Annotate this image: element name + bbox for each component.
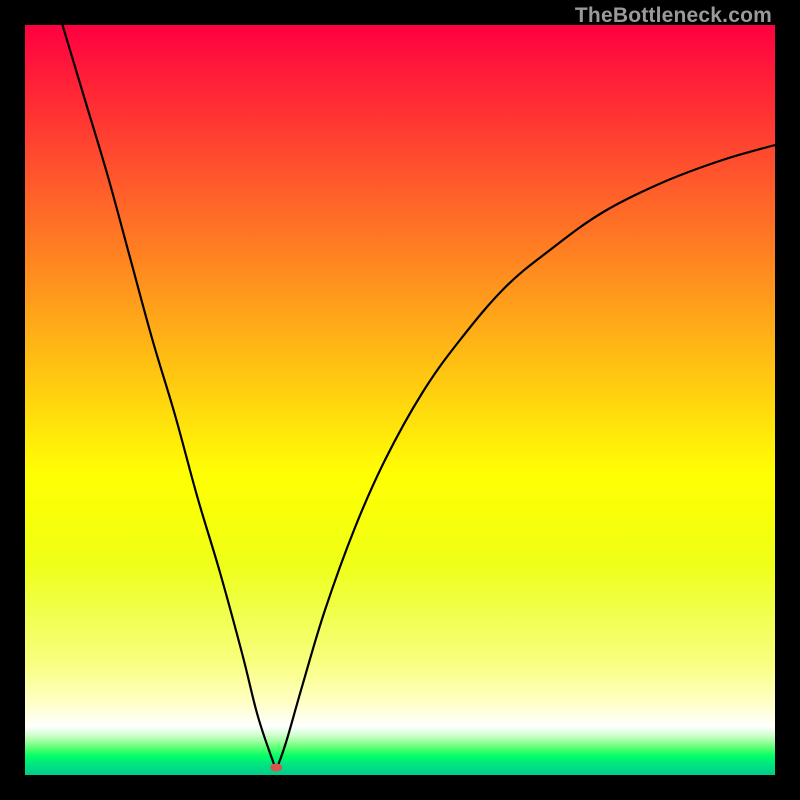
plot-area bbox=[25, 25, 775, 775]
optimum-marker bbox=[270, 764, 282, 772]
watermark-text: TheBottleneck.com bbox=[575, 4, 772, 28]
bottleneck-curve bbox=[63, 25, 776, 768]
chart-frame: TheBottleneck.com bbox=[0, 0, 800, 800]
curve-svg bbox=[25, 25, 775, 775]
